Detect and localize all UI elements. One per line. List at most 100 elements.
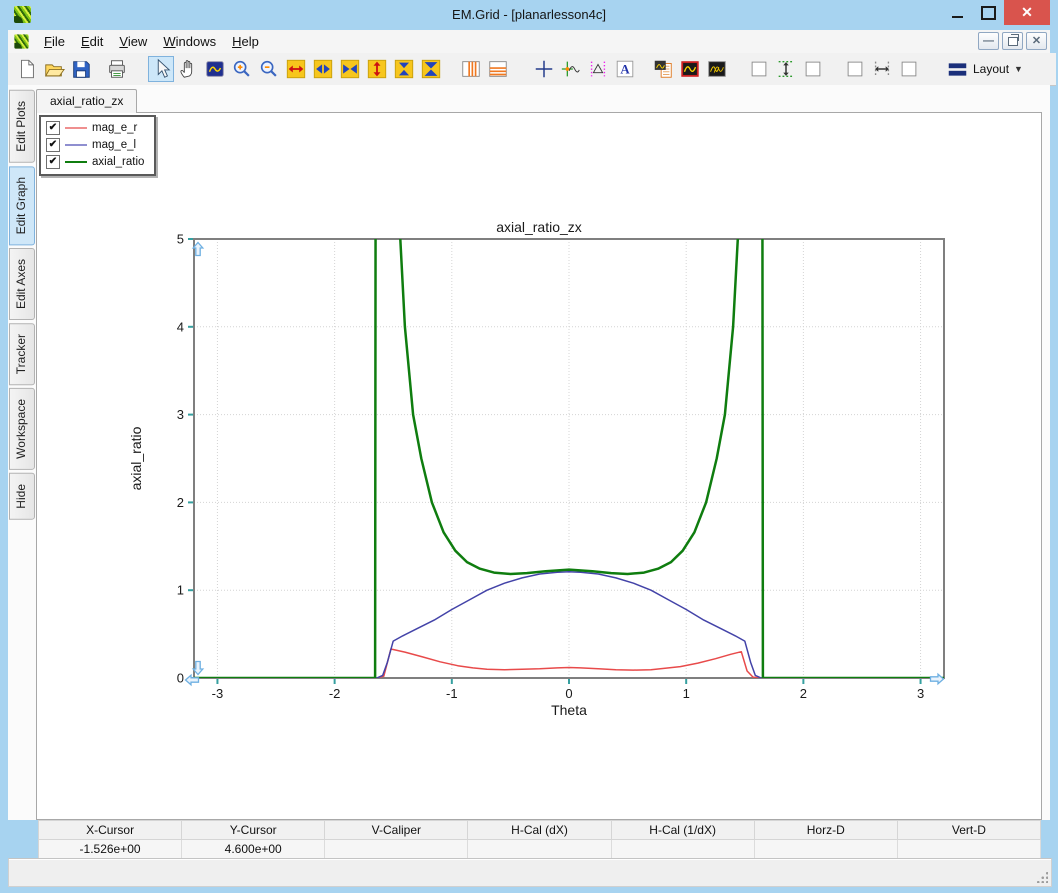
v-caliper-left-checkbox-button[interactable]	[746, 56, 772, 82]
svg-text:axial_ratio: axial_ratio	[128, 426, 144, 490]
minimize-button[interactable]	[942, 0, 973, 25]
pan-tool-button[interactable]	[175, 56, 201, 82]
zoom-in-button[interactable]	[229, 56, 255, 82]
window-title: EM.Grid - [planarlesson4c]	[0, 7, 1058, 22]
compress-x-icon	[339, 58, 361, 80]
pan-tool-icon	[177, 58, 199, 80]
mdi-restore-button[interactable]	[1002, 32, 1023, 50]
svg-text:3: 3	[177, 407, 184, 422]
sidebar-tab-edit-graph[interactable]: Edit Graph	[9, 166, 35, 245]
maximize-button[interactable]	[973, 0, 1004, 25]
close-button[interactable]: ✕	[1004, 0, 1050, 25]
arrows-y-button[interactable]	[391, 56, 417, 82]
toolbar-separator	[445, 56, 457, 82]
resize-grip[interactable]	[1035, 870, 1048, 883]
menu-bar: FileEditViewWindowsHelp — ✕	[8, 30, 1050, 54]
svg-text:axial_ratio_zx: axial_ratio_zx	[496, 219, 582, 235]
zoom-out-icon	[258, 58, 280, 80]
h-caliper-left-checkbox-button[interactable]	[842, 56, 868, 82]
status-value: -1.526e+00	[39, 840, 182, 859]
sidebar-tab-edit-plots[interactable]: Edit Plots	[9, 90, 35, 163]
menu-file[interactable]: File	[36, 31, 73, 52]
save-file-button[interactable]	[68, 56, 94, 82]
sidebar-tab-workspace[interactable]: Workspace	[9, 388, 35, 470]
legend-checkbox[interactable]: ✔	[46, 138, 60, 152]
maximize-icon	[981, 6, 996, 20]
plot-style-dark-icon	[679, 58, 701, 80]
horizontal-markers-button[interactable]	[485, 56, 511, 82]
graph-page: -3-2-10123012345axial_ratio_zxThetaaxial…	[36, 112, 1042, 820]
status-value	[612, 840, 755, 859]
crosshair-cursor-icon	[533, 58, 555, 80]
compress-x-button[interactable]	[337, 56, 363, 82]
status-header: H-Cal (dX)	[468, 821, 611, 840]
legend-label: axial_ratio	[92, 156, 144, 168]
mdi-close-button[interactable]: ✕	[1026, 32, 1047, 50]
menu-items: FileEditViewWindowsHelp	[36, 31, 267, 52]
layout-menu-button[interactable]: Layout▼	[940, 56, 1030, 82]
legend-label: mag_e_l	[92, 139, 136, 151]
arrows-x-icon	[312, 58, 334, 80]
svg-text:Theta: Theta	[551, 702, 587, 718]
svg-text:0: 0	[565, 686, 572, 701]
layout-icon	[947, 59, 968, 80]
crosshair-cursor-button[interactable]	[531, 56, 557, 82]
status-header: Horz-D	[755, 821, 898, 840]
check-square-icon	[802, 58, 824, 80]
compress-y-icon	[420, 58, 442, 80]
legend-line-sample	[65, 161, 87, 163]
expand-x-button[interactable]	[283, 56, 309, 82]
caliper-cursor-button[interactable]	[585, 56, 611, 82]
zoom-window-button[interactable]	[202, 56, 228, 82]
sidebar-tab-edit-axes[interactable]: Edit Axes	[9, 248, 35, 320]
open-file-icon	[43, 58, 65, 80]
zoom-window-icon	[204, 58, 226, 80]
arrows-x-button[interactable]	[310, 56, 336, 82]
legend-label: mag_e_r	[92, 122, 137, 134]
status-value	[468, 840, 611, 859]
plot-report-icon	[652, 58, 674, 80]
h-caliper-button[interactable]	[869, 56, 895, 82]
status-value	[898, 840, 1041, 859]
toolbar-separator	[131, 56, 147, 82]
zoom-out-button[interactable]	[256, 56, 282, 82]
open-file-button[interactable]	[41, 56, 67, 82]
legend-checkbox[interactable]: ✔	[46, 121, 60, 135]
plot-report-button[interactable]	[650, 56, 676, 82]
legend-box[interactable]: ✔ mag_e_r ✔ mag_e_l ✔ axial_ratio	[39, 115, 156, 176]
expand-x-icon	[285, 58, 307, 80]
svg-text:1: 1	[683, 686, 690, 701]
expand-y-button[interactable]	[364, 56, 390, 82]
text-annotation-icon: A	[614, 58, 636, 80]
plot-style-dark-button[interactable]	[677, 56, 703, 82]
compress-y-button[interactable]	[418, 56, 444, 82]
tracker-cursor-button[interactable]	[558, 56, 584, 82]
sidebar-tab-tracker[interactable]: Tracker	[9, 323, 35, 385]
v-caliper-right-checkbox-button[interactable]	[800, 56, 826, 82]
sidebar-tab-hide[interactable]: Hide	[9, 473, 35, 520]
menu-view[interactable]: View	[111, 31, 155, 52]
h-caliper-right-checkbox-button[interactable]	[896, 56, 922, 82]
menu-help[interactable]: Help	[224, 31, 267, 52]
mdi-minimize-button[interactable]: —	[978, 32, 999, 50]
new-file-icon	[16, 58, 38, 80]
vertical-markers-button[interactable]	[458, 56, 484, 82]
zoom-in-icon	[231, 58, 253, 80]
arrows-y-icon	[393, 58, 415, 80]
print-button[interactable]	[104, 56, 130, 82]
chart-svg[interactable]: -3-2-10123012345axial_ratio_zxThetaaxial…	[37, 113, 1041, 819]
document-tab[interactable]: axial_ratio_zx	[36, 89, 137, 113]
plot-style-multi-button[interactable]	[704, 56, 730, 82]
status-header: Vert-D	[898, 821, 1041, 840]
text-annotation-button[interactable]: A	[612, 56, 638, 82]
v-caliper-button[interactable]	[773, 56, 799, 82]
legend-checkbox[interactable]: ✔	[46, 155, 60, 169]
pointer-tool-button[interactable]	[148, 56, 174, 82]
menu-edit[interactable]: Edit	[73, 31, 111, 52]
vertical-markers-icon	[460, 58, 482, 80]
status-value	[755, 840, 898, 859]
status-value: 4.600e+00	[182, 840, 325, 859]
mdi-minimize-icon: —	[983, 36, 994, 47]
menu-windows[interactable]: Windows	[155, 31, 224, 52]
new-file-button[interactable]	[14, 56, 40, 82]
